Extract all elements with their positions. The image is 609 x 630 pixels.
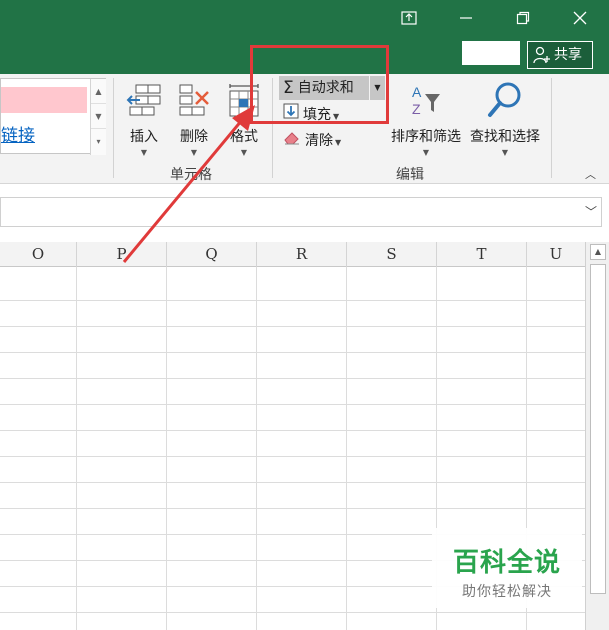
chevron-down-icon: ▼ [240, 148, 248, 157]
grid-line [256, 267, 257, 630]
collapse-ribbon-icon[interactable]: ︿ [585, 166, 596, 182]
grid-line [0, 482, 585, 483]
ribbon-separator [113, 78, 114, 178]
chevron-down-icon: ▼ [140, 148, 148, 157]
grid-line [0, 326, 585, 327]
editing-group-label: 编辑 [396, 167, 424, 183]
column-header-u[interactable]: U [527, 242, 585, 267]
restore-icon[interactable] [510, 8, 536, 30]
close-icon[interactable] [567, 8, 593, 30]
column-header-q[interactable]: Q [167, 242, 257, 267]
grid-line [0, 352, 585, 353]
gallery-down-icon[interactable]: ▼ [91, 104, 106, 129]
ribbon-separator [551, 78, 552, 178]
column-header-p[interactable]: P [77, 242, 167, 267]
insert-button[interactable]: 插入 ▼ [122, 78, 166, 157]
column-header-row: O P Q R S T U [0, 242, 585, 267]
scroll-thumb[interactable] [590, 264, 606, 594]
svg-text:A: A [412, 84, 422, 100]
column-header-r[interactable]: R [257, 242, 347, 267]
gallery-up-icon[interactable]: ▲ [91, 79, 106, 104]
grid-line [0, 612, 585, 613]
chevron-down-icon: ▼ [190, 148, 198, 157]
clear-button[interactable]: 清除 ▼ [283, 129, 341, 153]
gallery-more-icon[interactable]: ▾ [91, 129, 106, 154]
column-header-s[interactable]: S [347, 242, 437, 267]
sort-filter-icon: A Z [388, 78, 464, 122]
grid-line [346, 267, 347, 630]
highlight-box [250, 45, 389, 124]
grid-line [166, 267, 167, 630]
column-header-t[interactable]: T [437, 242, 527, 267]
style-bad-swatch[interactable] [1, 87, 87, 113]
formula-bar[interactable]: ﹀ [0, 197, 602, 227]
grid-line [0, 404, 585, 405]
minimize-icon[interactable] [453, 8, 479, 30]
delete-button[interactable]: 删除 ▼ [172, 78, 216, 157]
person-add-icon [533, 46, 551, 73]
chevron-down-icon: ▼ [501, 148, 509, 157]
grid-line [76, 267, 77, 630]
scroll-up-icon[interactable]: ▲ [590, 244, 606, 260]
magnifier-icon [467, 78, 543, 122]
find-select-button[interactable]: 查找和选择 ▼ [467, 78, 543, 157]
grid-line [0, 508, 585, 509]
chevron-down-icon: ▼ [335, 138, 342, 147]
delete-cells-icon [172, 78, 216, 122]
share-label: 共享 [554, 47, 582, 63]
watermark-title: 百科全说 [452, 548, 561, 578]
style-hyperlink[interactable]: 链接 [1, 121, 35, 146]
watermark: 百科全说 助你轻松解决 [432, 528, 582, 608]
svg-text:Z: Z [412, 101, 421, 117]
grid-line [0, 378, 585, 379]
column-header-o[interactable]: O [0, 242, 77, 267]
grid-line [0, 430, 585, 431]
chevron-down-icon: ▼ [422, 148, 430, 157]
cells-group-label: 单元格 [170, 167, 212, 183]
account-box[interactable] [462, 41, 520, 65]
insert-cells-icon [122, 78, 166, 122]
grid-line [0, 456, 585, 457]
gallery-scroll[interactable]: ▲ ▼ ▾ [90, 79, 106, 155]
share-button[interactable]: 共享 [527, 41, 593, 69]
cell-style-gallery[interactable]: 链接 ▲ ▼ ▾ [0, 78, 106, 155]
watermark-subtitle: 助你轻松解决 [462, 584, 552, 600]
grid-line [0, 300, 585, 301]
ribbon-display-icon[interactable] [396, 8, 422, 30]
chevron-down-icon[interactable]: ﹀ [585, 203, 597, 220]
eraser-icon [283, 129, 301, 153]
vertical-scrollbar[interactable]: ▲ [585, 242, 609, 630]
sort-filter-button[interactable]: A Z 排序和筛选 ▼ [388, 78, 464, 157]
